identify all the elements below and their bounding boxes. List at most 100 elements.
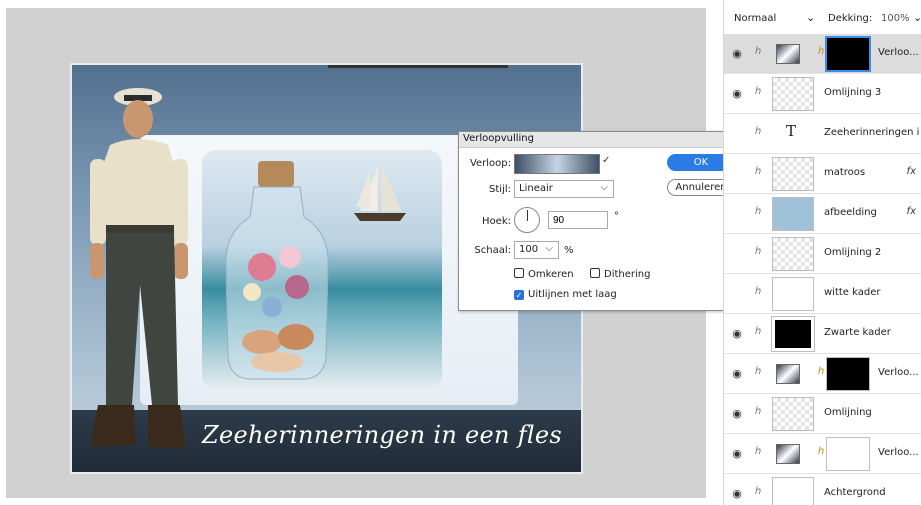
link-icon[interactable]: ℎ xyxy=(755,486,761,497)
layer-row[interactable]: ◉ ℎ ℎ Verloo... xyxy=(724,354,921,394)
gradient-layer-thumbnail[interactable] xyxy=(776,44,800,64)
sailboat-image xyxy=(354,163,406,221)
artwork-title-text: Zeeherinneringen in een fles xyxy=(202,421,562,449)
layer-thumbnail[interactable] xyxy=(772,237,814,271)
scale-label: Schaal: xyxy=(474,245,511,256)
layer-row[interactable]: ℎ afbeelding fx xyxy=(724,194,921,234)
gradient-layer-thumbnail[interactable] xyxy=(776,444,800,464)
eye-icon[interactable]: ◉ xyxy=(731,367,743,380)
layer-name: Verloo... xyxy=(878,47,919,58)
angle-dial[interactable] xyxy=(514,207,540,233)
angle-label: Hoek: xyxy=(482,216,511,227)
link-icon[interactable]: ℎ xyxy=(755,326,761,337)
link-icon[interactable]: ℎ xyxy=(755,126,761,137)
gradient-fill-dialog: Verloopvulling × Verloop: ✓ Stijl: Linea… xyxy=(458,131,745,311)
layer-row[interactable]: ℎ witte kader xyxy=(724,274,921,314)
checkbox-box xyxy=(514,268,524,278)
link-icon[interactable]: ℎ xyxy=(755,46,761,57)
layer-row[interactable]: ◉ ℎ Omlijning xyxy=(724,394,921,434)
layer-name: Omlijning 2 xyxy=(824,247,882,258)
layer-name: Omlijning 3 xyxy=(824,87,882,98)
eye-icon[interactable]: ◉ xyxy=(731,47,743,60)
layers-panel-header: Normaal ⌄ Dekking: 100% ⌄ xyxy=(724,10,921,30)
style-select[interactable]: Lineair ⌵ xyxy=(514,180,614,198)
chevron-down-icon: ⌵ xyxy=(600,182,608,193)
layer-thumbnail[interactable] xyxy=(772,277,814,311)
reverse-checkbox[interactable]: Omkeren xyxy=(514,268,574,280)
dialog-title: Verloopvulling xyxy=(463,133,534,144)
sailor-figure xyxy=(90,88,188,449)
mask-link-icon[interactable]: ℎ xyxy=(818,446,824,457)
mask-link-icon[interactable]: ℎ xyxy=(818,366,824,377)
link-icon[interactable]: ℎ xyxy=(755,86,761,97)
link-icon[interactable]: ℎ xyxy=(755,366,761,377)
layer-row[interactable]: ◉ ℎ ℎ Verloo... xyxy=(724,434,921,474)
chevron-down-icon[interactable]: ⌄ xyxy=(806,11,815,24)
layer-thumbnail[interactable] xyxy=(772,397,814,431)
bottle-image xyxy=(225,161,329,380)
gradient-swatch[interactable] xyxy=(514,154,600,174)
layer-name: Achtergrond xyxy=(824,487,886,498)
layer-row[interactable]: ◉ ℎ ℎ Verloo... xyxy=(724,34,921,74)
eye-icon[interactable]: ◉ xyxy=(731,87,743,100)
layer-name: afbeelding xyxy=(824,207,877,218)
layer-name: witte kader xyxy=(824,287,881,298)
link-icon[interactable]: ℎ xyxy=(755,286,761,297)
fx-icon[interactable]: fx xyxy=(907,206,916,217)
chevron-down-icon: ⌵ xyxy=(545,243,553,254)
layer-thumbnail[interactable] xyxy=(771,316,815,352)
link-icon[interactable]: ℎ xyxy=(755,166,761,177)
opacity-label: Dekking: xyxy=(828,13,873,24)
opacity-value[interactable]: 100% xyxy=(881,13,910,24)
checkmark-icon: ✓ xyxy=(514,290,524,300)
angle-input[interactable] xyxy=(548,211,608,229)
text-layer-icon[interactable]: T xyxy=(786,122,796,140)
layer-name: matroos xyxy=(824,167,866,178)
layer-name: Verloo... xyxy=(878,367,919,378)
link-icon[interactable]: ℎ xyxy=(755,446,761,457)
chevron-down-icon[interactable]: ✓ xyxy=(602,155,610,166)
eye-icon[interactable]: ◉ xyxy=(731,487,743,500)
layer-mask-thumbnail[interactable] xyxy=(825,36,871,72)
layer-name: Zwarte kader xyxy=(824,327,891,338)
layers-panel: Normaal ⌄ Dekking: 100% ⌄ ◉ ℎ ℎ Verloo..… xyxy=(723,0,921,505)
link-icon[interactable]: ℎ xyxy=(755,246,761,257)
layer-row[interactable]: ℎ Omlijning 2 xyxy=(724,234,921,274)
layer-mask-thumbnail[interactable] xyxy=(826,437,870,471)
layer-row[interactable]: ℎ matroos fx xyxy=(724,154,921,194)
eye-icon[interactable]: ◉ xyxy=(731,447,743,460)
layer-name: Verloo... xyxy=(878,447,919,458)
dialog-titlebar[interactable]: Verloopvulling × xyxy=(459,131,744,148)
chevron-down-icon[interactable]: ⌄ xyxy=(913,11,921,24)
checkbox-box xyxy=(590,268,600,278)
link-icon[interactable]: ℎ xyxy=(755,406,761,417)
style-select-value: Lineair xyxy=(519,183,553,194)
eye-icon[interactable]: ◉ xyxy=(731,407,743,420)
layer-thumbnail[interactable] xyxy=(772,477,814,505)
reverse-label: Omkeren xyxy=(528,269,574,280)
layer-thumbnail[interactable] xyxy=(772,157,814,191)
fx-icon[interactable]: fx xyxy=(907,166,916,177)
blend-mode-select[interactable]: Normaal xyxy=(734,13,776,24)
scale-select[interactable]: 100 ⌵ xyxy=(514,241,559,259)
gradient-layer-thumbnail[interactable] xyxy=(776,364,800,384)
layer-row[interactable]: ◉ ℎ Zwarte kader xyxy=(724,314,921,354)
mask-link-icon[interactable]: ℎ xyxy=(818,46,824,57)
dither-checkbox[interactable]: Dithering xyxy=(590,268,650,280)
link-icon[interactable]: ℎ xyxy=(755,206,761,217)
layer-thumbnail[interactable] xyxy=(772,197,814,231)
eye-icon[interactable]: ◉ xyxy=(731,327,743,340)
align-label: Uitlijnen met laag xyxy=(528,289,617,300)
layer-mask-thumbnail[interactable] xyxy=(826,357,870,391)
layer-row[interactable]: ◉ ℎ Omlijning 3 xyxy=(724,74,921,114)
layer-thumbnail[interactable] xyxy=(772,77,814,111)
frame-top-strip xyxy=(328,65,508,68)
align-checkbox[interactable]: ✓ Uitlijnen met laag xyxy=(514,289,617,300)
layer-row[interactable]: ◉ ℎ Achtergrond xyxy=(724,474,921,505)
layer-row[interactable]: ℎ T Zeeherinneringen i... xyxy=(724,114,921,154)
scale-select-value: 100 xyxy=(519,244,539,255)
dither-label: Dithering xyxy=(604,269,651,280)
style-label: Stijl: xyxy=(489,184,511,195)
gradient-label: Verloop: xyxy=(469,158,511,169)
layer-name: Zeeherinneringen i... xyxy=(824,127,920,138)
